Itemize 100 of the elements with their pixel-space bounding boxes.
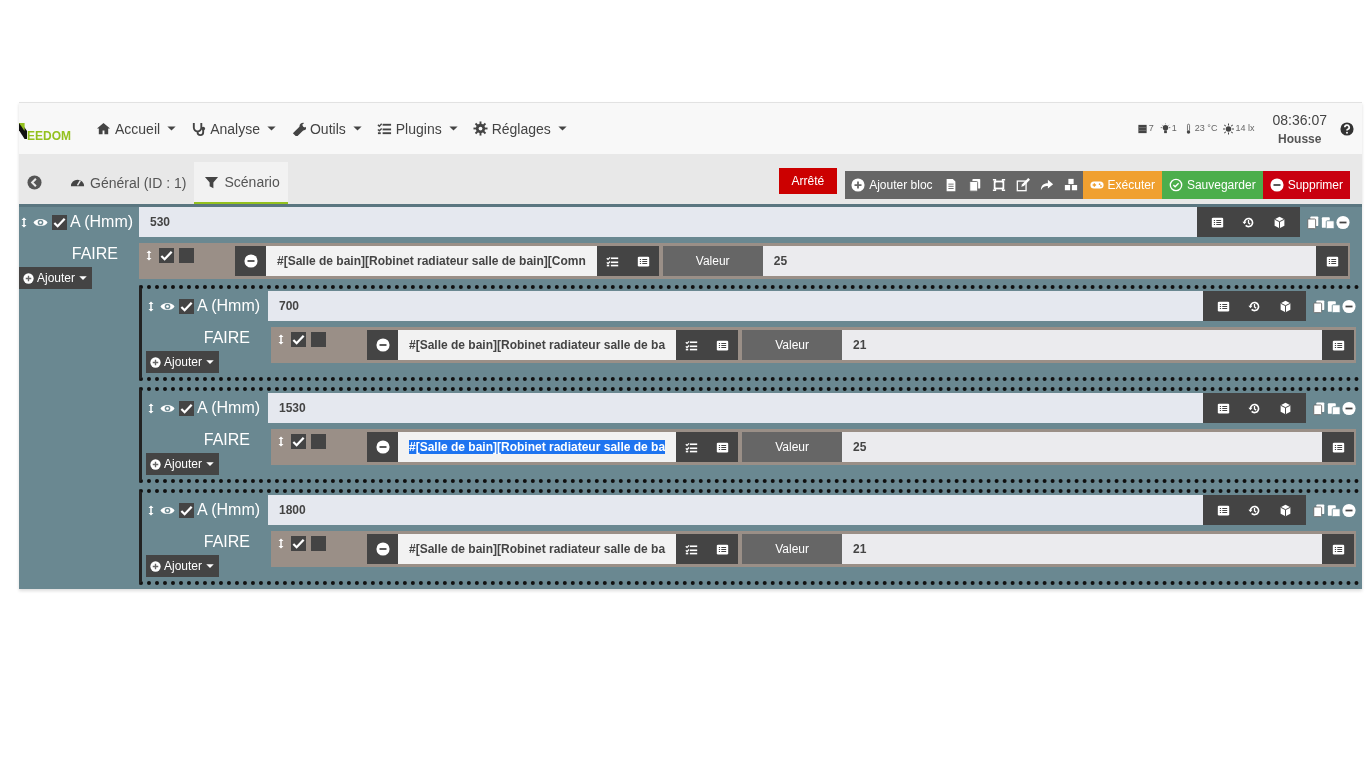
checkbox[interactable] (52, 214, 67, 230)
remove-button[interactable] (235, 246, 266, 276)
checkbox[interactable] (311, 332, 326, 347)
copy-button[interactable] (1306, 214, 1320, 230)
command-field[interactable]: #[Salle de bain][Robinet radiateur salle de ba (398, 330, 677, 360)
value-field[interactable]: 25 (762, 246, 1316, 276)
caret-icon (556, 123, 568, 134)
checkbox[interactable] (291, 332, 306, 347)
caret-icon (351, 123, 363, 134)
paste-button[interactable] (1321, 214, 1335, 230)
plus-icon (851, 178, 866, 192)
history-icon (1242, 215, 1255, 229)
copy-button[interactable] (1312, 502, 1326, 518)
condition-label: A (Hmm) (197, 399, 261, 417)
nav-menu[interactable]: Réglages (472, 120, 568, 137)
minus-circle-icon (243, 254, 258, 268)
paste-icon (1327, 400, 1341, 416)
add-dropdown-button[interactable]: Ajouter (146, 555, 220, 577)
remove-button[interactable] (1336, 214, 1350, 230)
minus-circle-icon (375, 338, 390, 352)
add-block-button[interactable]: Ajouter bloc (845, 171, 939, 199)
check-circle-icon (1168, 178, 1183, 192)
cube-icon (1273, 215, 1286, 229)
value-field[interactable]: 25 (842, 432, 1322, 462)
checkbox[interactable] (179, 400, 194, 416)
history-icon (1248, 503, 1261, 517)
minus-circle-icon (375, 542, 390, 556)
paste-button[interactable] (1327, 298, 1341, 314)
widget-value: 23 °C (1194, 122, 1218, 133)
checklist-icon (685, 542, 699, 556)
time-field[interactable]: 1530 (268, 393, 1203, 423)
checkbox[interactable] (179, 298, 194, 314)
checkbox[interactable] (311, 536, 326, 551)
bulb-icon (1159, 122, 1171, 135)
paste-icon (1327, 502, 1341, 518)
do-label: FAIRE (202, 430, 251, 450)
time-field[interactable]: 1800 (268, 495, 1203, 525)
command-field[interactable]: #[Salle de bain][Robinet radiateur salle de ba (398, 534, 677, 564)
nav-menu[interactable]: Plugins (376, 120, 459, 137)
list-button[interactable] (1322, 534, 1354, 564)
paste-button[interactable] (1327, 400, 1341, 416)
checkbox[interactable] (291, 434, 306, 449)
add-dropdown-button[interactable]: Ajouter (146, 453, 220, 475)
list-button[interactable] (1322, 432, 1354, 462)
tab[interactable]: Scénario (194, 162, 288, 204)
add-dropdown-button[interactable]: Ajouter (146, 351, 220, 373)
nav-menu[interactable]: Analyse (191, 120, 277, 137)
remove-button[interactable] (367, 432, 398, 462)
condition-label: A (Hmm) (197, 297, 261, 315)
remove-button[interactable] (367, 534, 398, 564)
option-label: Valeur (742, 432, 843, 462)
wrench-icon (290, 121, 306, 136)
share-icon (1039, 178, 1054, 192)
checkbox[interactable] (179, 248, 194, 263)
nav-menu[interactable]: Accueil (96, 120, 178, 137)
tab[interactable]: Général (ID : 1) (60, 162, 195, 204)
paste-button[interactable] (1327, 502, 1341, 518)
back-icon (27, 175, 42, 190)
paste-icon (1327, 298, 1341, 314)
cube-icon (1279, 401, 1292, 415)
remove-button[interactable] (1342, 298, 1356, 314)
remove-button[interactable] (1342, 502, 1356, 518)
list-button[interactable] (1322, 330, 1354, 360)
time-field[interactable]: 530 (139, 207, 1197, 237)
minus-circle-icon (375, 440, 390, 454)
list-button[interactable] (1316, 246, 1348, 276)
widget-value: 14 lx (1235, 122, 1255, 133)
plus-icon (150, 458, 161, 470)
action-button[interactable]: Supprimer (1262, 171, 1350, 199)
shutter-icon (1136, 122, 1148, 135)
checklist-icon (376, 121, 392, 136)
list-icon (716, 338, 730, 352)
filter-icon (204, 174, 220, 190)
checklist-icon (605, 254, 619, 268)
list-icon (1217, 503, 1230, 517)
value-field[interactable]: 21 (842, 534, 1322, 564)
help-icon (1340, 121, 1354, 136)
remove-icon (1336, 214, 1350, 230)
help-button[interactable] (1340, 121, 1354, 136)
checkbox[interactable] (179, 502, 194, 518)
copy-button[interactable] (1312, 298, 1326, 314)
minus-circle-icon (1269, 178, 1284, 192)
copy-button[interactable] (1312, 400, 1326, 416)
value-field[interactable]: 21 (842, 330, 1322, 360)
command-field[interactable]: #[Salle de bain][Robinet radiateur salle de bain][Comn (266, 246, 597, 276)
copy-icon (1312, 502, 1326, 518)
copy-icon (967, 178, 982, 192)
cubes-button[interactable] (1058, 171, 1083, 199)
checkbox[interactable] (311, 434, 326, 449)
checkbox[interactable] (159, 248, 174, 263)
checkbox[interactable] (291, 536, 306, 551)
time-field[interactable]: 700 (268, 291, 1203, 321)
remove-button[interactable] (367, 330, 398, 360)
stethoscope-icon (191, 121, 207, 136)
nav-menu[interactable]: Outils (290, 120, 363, 137)
add-dropdown-button[interactable]: Ajouter (19, 267, 93, 289)
caret-icon (166, 123, 178, 134)
list-icon (1211, 215, 1224, 229)
list-icon (1217, 401, 1230, 415)
remove-button[interactable] (1342, 400, 1356, 416)
